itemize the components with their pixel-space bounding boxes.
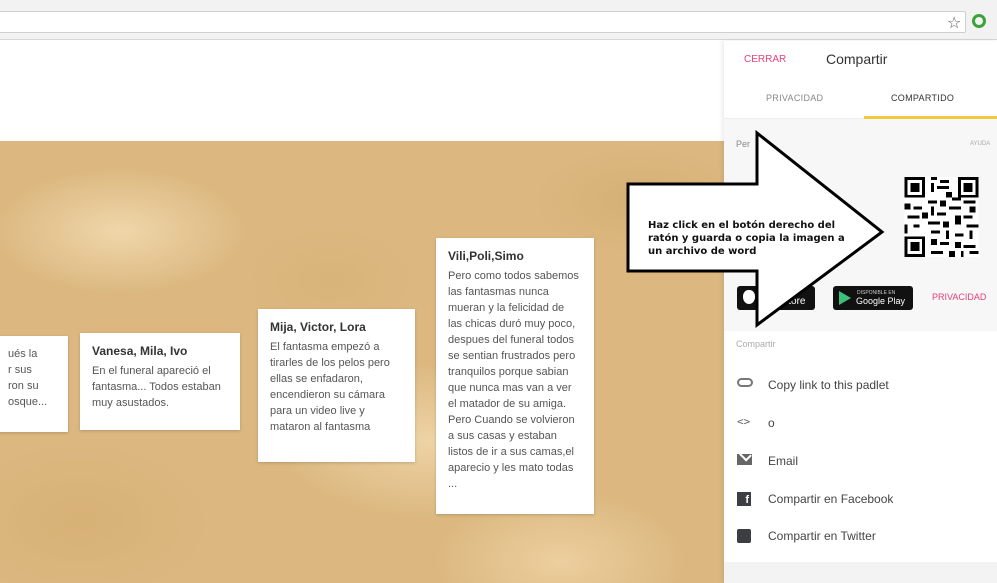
post-body: Pero como todos sabemos las fantasmas nu… [448, 270, 579, 490]
privacy-link[interactable]: PRIVACIDAD [932, 292, 986, 302]
tab-privacy[interactable]: PRIVACIDAD [766, 93, 823, 103]
twitter-share-item[interactable]: Compartir en Twitter [724, 518, 997, 554]
link-icon [737, 378, 753, 387]
app-store-label: App Store [761, 296, 806, 307]
share-item-label: Compartir en Facebook [768, 492, 894, 506]
browser-toolbar: ☆ [0, 0, 997, 40]
share-item-label: Compartir en Twitter [768, 529, 876, 543]
post-title: Vili,Poli,Simo [448, 249, 524, 263]
post-body: ués la r sus ron su osque... [8, 348, 48, 408]
twitter-icon [737, 529, 751, 543]
close-button[interactable]: CERRAR [744, 54, 786, 65]
share-section-label: Compartir [736, 339, 776, 349]
address-bar[interactable] [0, 11, 966, 33]
email-icon [737, 454, 752, 465]
post-card[interactable]: ués la r sus ron su osque... [0, 336, 68, 432]
help-link[interactable]: AYUDA [970, 141, 990, 147]
tab-shared[interactable]: COMPARTIDO [891, 93, 954, 103]
google-play-badge[interactable]: DISPONIBLE EN Google Play [833, 286, 913, 310]
section-label: Per [736, 139, 751, 149]
share-item-label: o [768, 416, 775, 430]
qr-code[interactable] [904, 177, 979, 257]
share-item-label: Copy link to this padlet [768, 378, 889, 392]
embed-item[interactable]: <> o [724, 405, 997, 441]
post-body: El fantasma empezó a tirarles de los pel… [270, 341, 390, 433]
facebook-share-item[interactable]: f Compartir en Facebook [724, 481, 997, 517]
app-store-badge[interactable]: Consíguelo en el App Store [737, 286, 815, 310]
post-title: Vanesa, Mila, Ivo [92, 344, 188, 358]
facebook-icon: f [737, 492, 751, 506]
share-item-label: Email [768, 454, 799, 468]
share-tabs: PRIVACIDAD COMPARTIDO [724, 77, 997, 119]
email-item[interactable]: Email [724, 443, 997, 479]
annotation-text: Haz click en el botón derecho del ratón … [648, 220, 845, 257]
bookmark-star-icon[interactable]: ☆ [947, 13, 961, 32]
embed-icon: <> [737, 415, 751, 428]
extension-icon[interactable] [972, 14, 986, 28]
post-body: En el funeral apareció el fantasma... To… [92, 365, 221, 409]
panel-title: Compartir [826, 51, 888, 67]
copy-link-item[interactable]: Copy link to this padlet [724, 367, 997, 403]
apple-icon [743, 290, 755, 304]
panel-footer [724, 562, 997, 583]
post-card[interactable]: Vanesa, Mila, Ivo En el funeral apareció… [80, 333, 240, 430]
post-title: Mija, Victor, Lora [270, 320, 366, 334]
post-card[interactable]: Vili,Poli,Simo Pero como todos sabemos l… [436, 238, 594, 514]
share-panel: CERRAR Compartir PRIVACIDAD COMPARTIDO P… [724, 41, 997, 583]
post-card[interactable]: Mija, Victor, Lora El fantasma empezó a … [258, 309, 415, 462]
google-play-label: Google Play [856, 296, 906, 306]
google-play-icon [839, 291, 851, 305]
